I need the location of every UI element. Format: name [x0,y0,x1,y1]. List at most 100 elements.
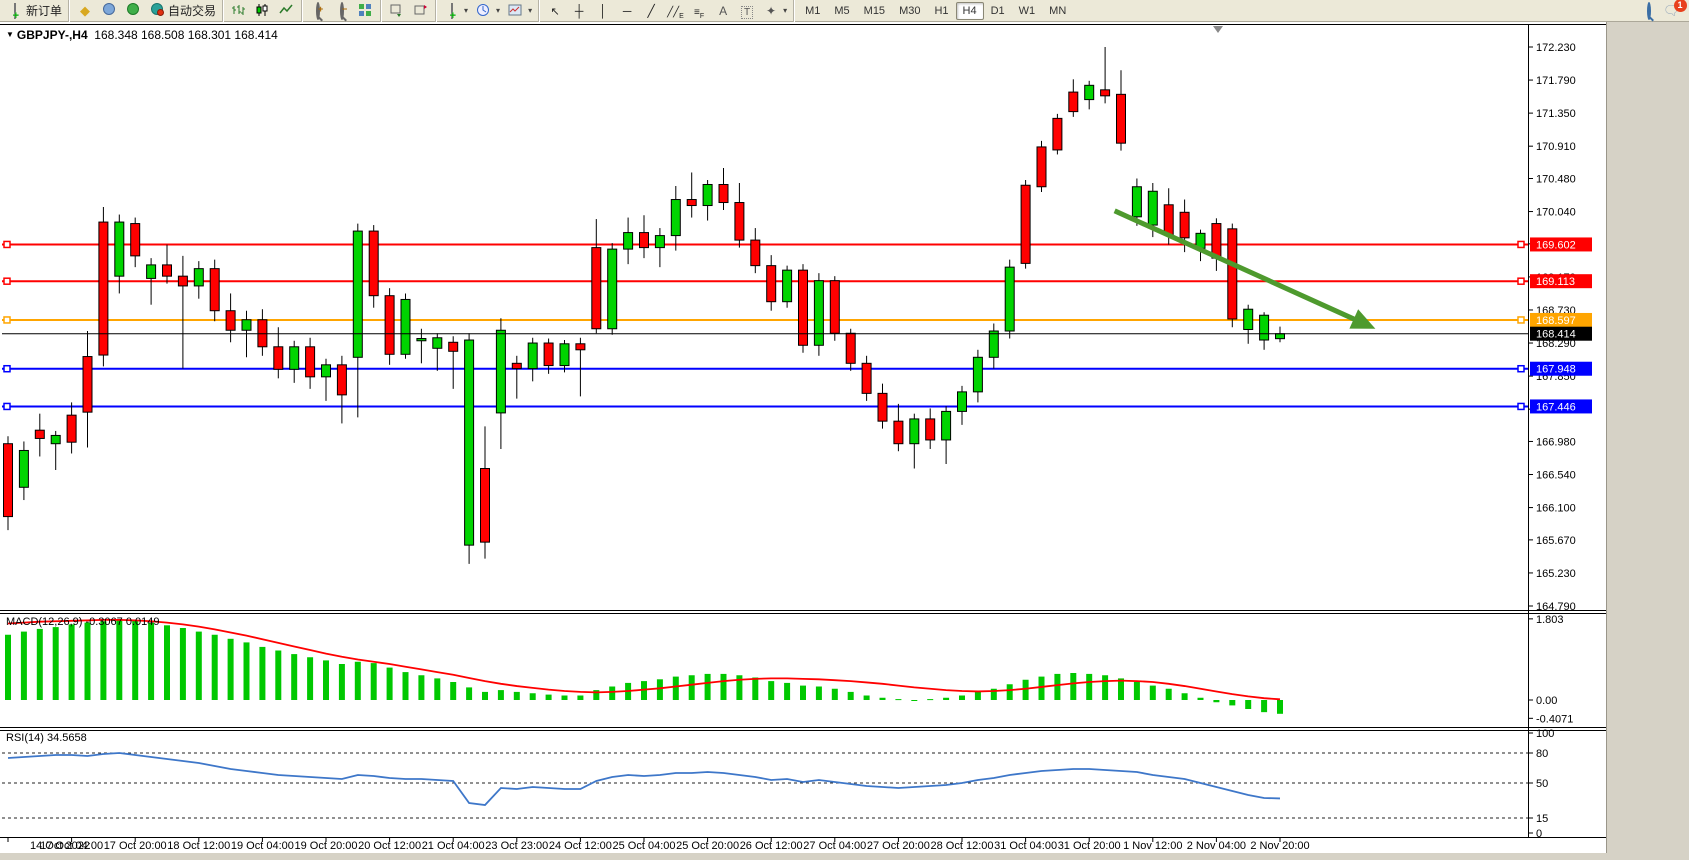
current-price-label: 168.414 [1530,327,1592,341]
arrows-button[interactable]: ✦▾ [759,1,791,21]
toolbar-group-scroll [381,0,436,22]
tile-windows-button[interactable] [354,1,378,21]
profiles-icon [476,3,492,19]
svg-text:26 Oct 12:00: 26 Oct 12:00 [740,840,803,852]
svg-text:170.910: 170.910 [1536,141,1576,153]
time-axis[interactable]: 14 Oct 202217 Oct 04:0017 Oct 20:0018 Oc… [8,838,1310,852]
candlestick-chart-icon [255,3,271,19]
tile-windows-icon [358,3,374,19]
dropdown-arrow-icon[interactable]: ▾ [496,6,500,15]
timeframe-m15-button[interactable]: M15 [857,2,892,20]
bar-chart-button[interactable] [227,1,251,21]
main-toolbar: +新订单◆自动交易+−+▾▾▾↖┼│─╱╱╱E≡FAT✦▾M1M5M15M30H… [0,0,1689,22]
toolbar-group-apps: ◆ 自动交易 [69,0,223,22]
zoom-in-button[interactable]: + [306,1,330,21]
templates-button[interactable]: ▾ [504,1,536,21]
svg-text:171.350: 171.350 [1536,108,1576,120]
svg-text:19 Oct 20:00: 19 Oct 20:00 [295,840,358,852]
text-label-icon: T [739,3,755,19]
svg-text:169.113: 169.113 [1536,276,1575,288]
toolbar-group-order: +新订单 [0,0,69,22]
vertical-line-icon: │ [595,3,611,19]
timeframe-w1-button[interactable]: W1 [1012,2,1043,20]
zoom-out-icon: − [334,3,350,19]
svg-text:-0.4071: -0.4071 [1536,713,1573,725]
vertical-line-button[interactable]: │ [591,1,615,21]
svg-text:164.790: 164.790 [1536,601,1576,613]
timeframe-m5-button[interactable]: M5 [827,2,856,20]
trendline-icon: ╱ [643,3,659,19]
crosshair-button[interactable]: ┼ [567,1,591,21]
dropdown-arrow-icon[interactable]: ▾ [464,6,468,15]
fibonacci-icon: ≡F [691,3,707,19]
pencil-gold-icon: ◆ [77,3,93,19]
new-order-label: 新订单 [26,2,62,19]
svg-text:167.446: 167.446 [1536,401,1576,413]
line-chart-button[interactable] [275,1,299,21]
chart-shift-icon [413,3,429,19]
pencil-gold-button[interactable]: ◆ [73,1,97,21]
price-chart[interactable]: 172.230171.790171.350170.910170.480170.0… [0,0,1689,860]
timeframe-d1-button[interactable]: D1 [984,2,1012,20]
timeframe-m1-button[interactable]: M1 [798,2,827,20]
timeframe-mn-button[interactable]: MN [1042,2,1073,20]
svg-text:50: 50 [1536,778,1548,790]
auto-trading-button[interactable]: 自动交易 [145,1,220,21]
signal-button[interactable] [121,1,145,21]
svg-text:168.414: 168.414 [1536,329,1576,341]
zoom-in-icon: + [310,3,326,19]
line-chart-icon [279,3,295,19]
trendline-button[interactable]: ╱ [639,1,663,21]
svg-text:20 Oct 12:00: 20 Oct 12:00 [358,840,421,852]
svg-text:25 Oct 20:00: 25 Oct 20:00 [676,840,739,852]
templates-icon [508,3,524,19]
auto-trading-label: 自动交易 [168,2,216,19]
profile-button[interactable] [97,1,121,21]
svg-text:1 Nov 12:00: 1 Nov 12:00 [1123,840,1182,852]
text-button[interactable]: A [711,1,735,21]
horizontal-line-button[interactable]: ─ [615,1,639,21]
svg-text:24 Oct 12:00: 24 Oct 12:00 [549,840,612,852]
svg-text:166.540: 166.540 [1536,470,1576,482]
svg-text:27 Oct 04:00: 27 Oct 04:00 [803,840,866,852]
profile-icon [101,3,117,19]
svg-text:172.230: 172.230 [1536,42,1576,54]
new-order-button[interactable]: +新订单 [3,1,66,21]
symbol-dropdown-icon[interactable]: ▼ [6,30,14,39]
arrows-icon: ✦ [763,3,779,19]
svg-text:21 Oct 04:00: 21 Oct 04:00 [422,840,485,852]
auto-scroll-button[interactable] [385,1,409,21]
candlestick-chart-button[interactable] [251,1,275,21]
svg-text:31 Oct 20:00: 31 Oct 20:00 [1058,840,1121,852]
notification-badge: 1 [1674,0,1687,12]
timeframe-m30-button[interactable]: M30 [892,2,927,20]
auto-scroll-icon [389,3,405,19]
chat-icon[interactable]: 🗨︎1 [1663,3,1679,19]
svg-text:170.040: 170.040 [1536,207,1576,219]
toolbar-group-new: +▾▾▾ [436,0,539,22]
toolbar-group-chart-types [223,0,302,22]
macd-indicator-label: MACD(12,26,9) -0.3067 0.0149 [6,616,159,628]
chart-shift-button[interactable] [409,1,433,21]
channel-button[interactable]: ╱╱E [663,1,687,21]
text-label-button[interactable]: T [735,1,759,21]
svg-text:31 Oct 04:00: 31 Oct 04:00 [994,840,1057,852]
timeframe-h4-button[interactable]: H4 [956,2,984,20]
timeframe-h1-button[interactable]: H1 [927,2,955,20]
svg-text:169.602: 169.602 [1536,239,1576,251]
toolbar-group-timeframes: M1M5M15M30H1H4D1W1MN [794,0,1076,22]
dropdown-arrow-icon[interactable]: ▾ [783,6,787,15]
svg-text:1.803: 1.803 [1536,614,1564,626]
svg-text:0: 0 [1536,828,1542,840]
svg-text:17 Oct 04:00: 17 Oct 04:00 [40,840,103,852]
zoom-out-button[interactable]: − [330,1,354,21]
new-chart-button[interactable]: +▾ [440,1,472,21]
cursor-button[interactable]: ↖ [543,1,567,21]
fibonacci-button[interactable]: ≡F [687,1,711,21]
profiles-button[interactable]: ▾ [472,1,504,21]
horizontal-line-icon: ─ [619,3,635,19]
search-icon[interactable] [1641,3,1657,19]
dropdown-arrow-icon[interactable]: ▾ [528,6,532,15]
svg-text:28 Oct 12:00: 28 Oct 12:00 [931,840,994,852]
chart-title: ▼GBPJPY-,H4 168.348 168.508 168.301 168.… [6,28,278,42]
